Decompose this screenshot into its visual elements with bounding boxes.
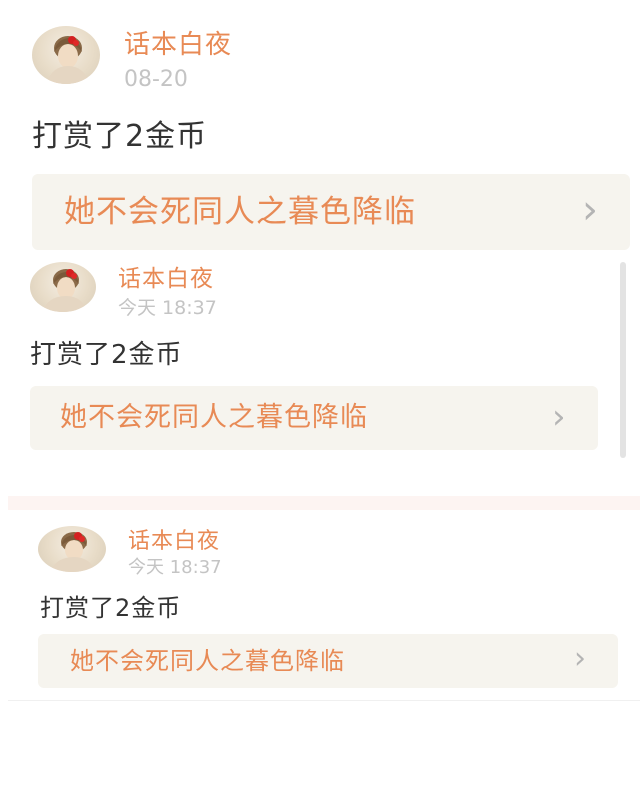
timestamp: 今天 18:37 — [128, 557, 222, 578]
reward-entry: 话本白夜 今天 18:37 打赏了2金币 她不会死同人之暮色降临 › — [0, 262, 640, 496]
reward-message: 打赏了2金币 — [32, 119, 208, 154]
chevron-right-icon: › — [552, 397, 566, 437]
reward-message: 打赏了2金币 — [40, 594, 182, 622]
book-title: 她不会死同人之暮色降临 — [64, 194, 416, 230]
reward-message: 打赏了2金币 — [30, 340, 183, 370]
reward-entry: 话本白夜 08-20 打赏了2金币 她不会死同人之暮色降临 › — [0, 0, 640, 262]
book-link[interactable]: 她不会死同人之暮色降临 › — [30, 386, 598, 450]
book-title: 她不会死同人之暮色降临 — [70, 647, 345, 675]
book-title: 她不会死同人之暮色降临 — [60, 402, 368, 433]
username[interactable]: 话本白夜 — [118, 264, 214, 294]
scrollbar[interactable] — [620, 262, 626, 458]
book-link[interactable]: 她不会死同人之暮色降临 › — [32, 174, 630, 250]
username[interactable]: 话本白夜 — [128, 528, 220, 556]
timestamp: 08-20 — [124, 67, 188, 92]
list-bottom-border — [8, 700, 640, 701]
avatar-illustration — [46, 36, 90, 84]
reward-entry: 话本白夜 今天 18:37 打赏了2金币 她不会死同人之暮色降临 › — [8, 510, 640, 700]
username[interactable]: 话本白夜 — [124, 28, 232, 62]
user-avatar-icon[interactable] — [30, 262, 96, 312]
section-separator — [8, 496, 640, 510]
avatar-illustration — [42, 269, 88, 312]
user-avatar-icon[interactable] — [32, 26, 100, 84]
avatar-illustration — [50, 532, 96, 572]
timestamp: 今天 18:37 — [118, 297, 217, 319]
chevron-right-icon: › — [582, 187, 598, 233]
chevron-right-icon: › — [574, 641, 586, 676]
book-link[interactable]: 她不会死同人之暮色降临 › — [38, 634, 618, 688]
user-avatar-icon[interactable] — [38, 526, 106, 572]
